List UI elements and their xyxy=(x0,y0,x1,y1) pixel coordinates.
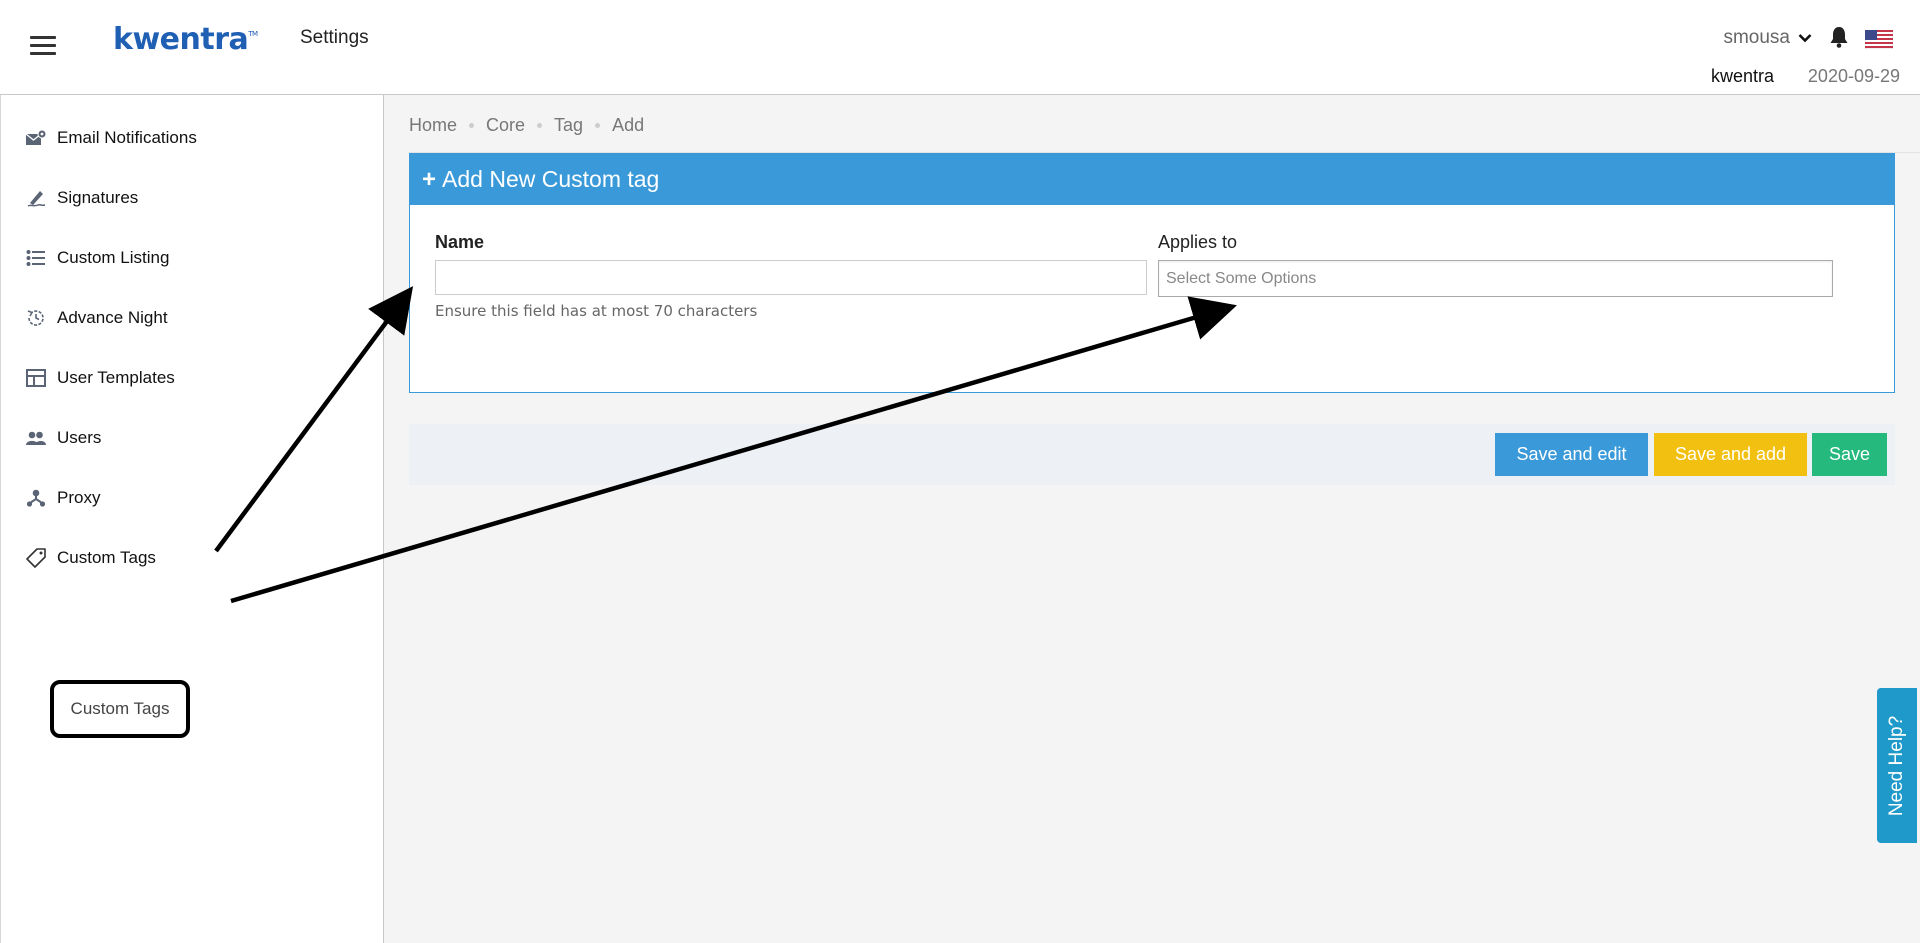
sidebar-item-label: Advance Night xyxy=(57,308,168,327)
sidebar: Email Notifications Signatures Custom Li… xyxy=(0,95,384,943)
clock-refresh-icon xyxy=(25,307,47,329)
us-flag-icon[interactable] xyxy=(1865,30,1893,49)
panel-header: + Add New Custom tag xyxy=(410,154,1894,205)
sidebar-item-email-notifications[interactable]: Email Notifications xyxy=(25,123,197,153)
sidebar-item-label: Custom Listing xyxy=(57,248,170,267)
sidebar-item-label: Email Notifications xyxy=(57,128,197,147)
sidebar-item-users[interactable]: Users xyxy=(25,423,101,453)
breadcrumb-core[interactable]: Core xyxy=(486,115,525,136)
sidebar-item-advance-night[interactable]: Advance Night xyxy=(25,303,168,333)
proxy-nodes-icon xyxy=(25,487,47,509)
save-and-edit-button[interactable]: Save and edit xyxy=(1495,433,1648,476)
name-input[interactable] xyxy=(435,260,1147,295)
breadcrumb-tag[interactable]: Tag xyxy=(554,115,583,136)
bell-icon[interactable] xyxy=(1828,25,1850,49)
sidebar-item-custom-tags[interactable]: Custom Tags xyxy=(25,543,156,573)
sidebar-subitem-label: Custom Tags xyxy=(70,699,170,718)
brand-name: kwentra xyxy=(113,22,249,57)
sidebar-item-label: Proxy xyxy=(57,488,101,507)
sidebar-item-label: Signatures xyxy=(57,188,139,207)
breadcrumb-separator xyxy=(595,123,601,128)
applies-to-label: Applies to xyxy=(1158,232,1238,252)
breadcrumb-home[interactable]: Home xyxy=(409,115,457,136)
list-icon xyxy=(25,247,47,269)
breadcrumb-current: Add xyxy=(612,115,645,135)
breadcrumb-separator xyxy=(469,123,475,128)
sidebar-item-proxy[interactable]: Proxy xyxy=(25,483,100,513)
breadcrumb-separator xyxy=(537,123,543,128)
layout-template-icon xyxy=(25,367,47,389)
hamburger-menu-icon[interactable] xyxy=(30,36,56,56)
sidebar-item-label: Custom Tags xyxy=(57,548,156,567)
username: smousa xyxy=(1723,27,1790,48)
sidebar-item-custom-listing[interactable]: Custom Listing xyxy=(25,243,169,273)
sidebar-item-label: Users xyxy=(57,428,102,447)
save-button[interactable]: Save xyxy=(1812,433,1887,476)
sidebar-item-label: User Templates xyxy=(57,368,175,387)
add-tag-panel: + Add New Custom tag Name Ensure this fi… xyxy=(409,153,1895,393)
organization-name: kwentra xyxy=(1710,66,1774,86)
name-help-text: Ensure this field has at most 70 charact… xyxy=(435,302,758,320)
envelope-gear-icon xyxy=(25,127,47,149)
applies-to-placeholder: Select Some Options xyxy=(1166,269,1317,287)
sidebar-item-user-templates[interactable]: User Templates xyxy=(25,363,175,393)
breadcrumb: Home Core Tag Add xyxy=(409,115,644,136)
panel-title: Add New Custom tag xyxy=(442,166,660,192)
main-content: Home Core Tag Add + Add New Custom tag N… xyxy=(384,95,1920,943)
need-help-tab[interactable]: Need Help? xyxy=(1877,688,1917,843)
user-menu-dropdown[interactable]: smousa xyxy=(1723,27,1812,49)
page-title: Settings xyxy=(300,27,369,48)
top-header: kwentraTM Settings smousa kwentra 2020-0… xyxy=(0,0,1920,95)
sidebar-subitem-custom-tags[interactable]: Custom Tags xyxy=(50,680,190,738)
brand-logo[interactable]: kwentraTM xyxy=(113,22,258,57)
name-label: Name xyxy=(435,232,485,252)
plus-icon: + xyxy=(422,165,437,193)
tag-icon xyxy=(25,547,47,569)
users-icon xyxy=(25,427,47,449)
current-date: 2020-09-29 xyxy=(1807,66,1900,86)
need-help-label: Need Help? xyxy=(1886,715,1907,816)
trademark-mark: TM xyxy=(248,30,258,38)
chevron-down-icon xyxy=(1798,34,1812,43)
applies-to-multiselect[interactable]: Select Some Options xyxy=(1158,260,1833,297)
form-actions-bar: Save and edit Save and add Save xyxy=(409,424,1895,485)
sidebar-item-signatures[interactable]: Signatures xyxy=(25,183,138,213)
save-and-add-button[interactable]: Save and add xyxy=(1654,433,1807,476)
signature-pen-icon xyxy=(25,187,47,209)
